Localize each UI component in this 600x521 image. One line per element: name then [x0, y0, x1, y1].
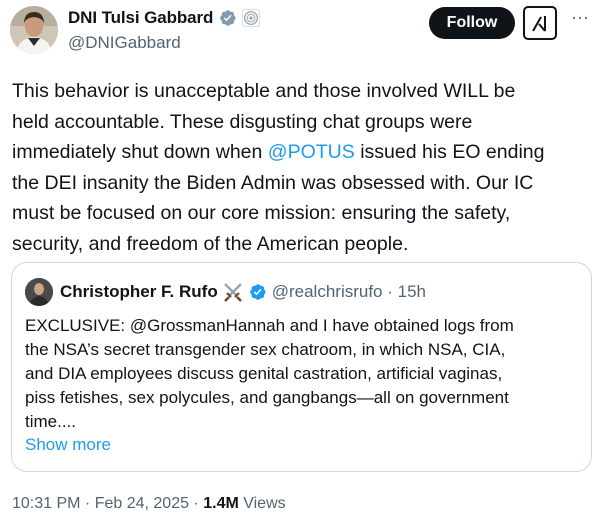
verified-blue-icon[interactable] [247, 282, 267, 302]
verified-gray-icon[interactable] [217, 8, 237, 28]
quoted-tweet-card[interactable]: Christopher F. Rufo @realchrisrufo · 15h… [11, 262, 592, 472]
display-name-row: DNI Tulsi Gabbard [68, 8, 261, 28]
author-avatar[interactable] [10, 6, 58, 54]
tweet-line: the DEI insanity the Biden Admin was obs… [12, 171, 534, 194]
quoted-handle-time[interactable]: @realchrisrufo · 15h [272, 282, 426, 302]
government-seal-icon[interactable] [241, 8, 261, 28]
follow-button[interactable]: Follow [429, 7, 515, 39]
quoted-line: piss fetishes, sex polycules, and gangba… [25, 388, 509, 407]
more-options-icon[interactable]: ··· [568, 8, 592, 34]
tweet-line-text: immediately shut down when [12, 141, 268, 163]
grok-icon [532, 16, 546, 32]
tweet-meta: 10:31 PM · Feb 24, 2025 · 1.4M Views [12, 495, 286, 513]
grok-button[interactable] [523, 6, 557, 40]
quoted-display-name[interactable]: Christopher F. Rufo [60, 282, 218, 302]
quoted-line: and DIA employees discuss genital castra… [25, 364, 503, 383]
quoted-line: the NSA’s secret transgender sex chatroo… [25, 340, 506, 359]
tweet-line: held accountable. These disgusting chat … [12, 110, 473, 133]
author-display-name[interactable]: DNI Tulsi Gabbard [68, 8, 213, 28]
tweet-line: This behavior is unacceptable and those … [12, 80, 516, 102]
quoted-header: Christopher F. Rufo @realchrisrufo · 15h [60, 282, 426, 302]
tweet-line-text: issued his EO ending [354, 141, 545, 163]
crossed-swords-icon [223, 283, 242, 302]
avatar-image [10, 6, 58, 54]
potus-mention-link[interactable]: @POTUS [268, 141, 355, 163]
quoted-avatar-image [25, 278, 53, 306]
views-label: Views [238, 495, 286, 512]
tweet-line: must be focused on our core mission: ens… [12, 202, 511, 224]
tweet-text: This behavior is unacceptable and those … [12, 76, 592, 259]
quoted-line: EXCLUSIVE: @GrossmanHannah and I have ob… [25, 316, 514, 335]
timestamp-link[interactable]: 10:31 PM · Feb 24, 2025 · [12, 495, 203, 512]
quoted-line: time.... [25, 412, 77, 431]
quoted-author-avatar[interactable] [25, 278, 53, 306]
tweet-line: security, and freedom of the American pe… [12, 232, 409, 255]
show-more-link[interactable]: Show more [25, 435, 111, 455]
views-count: 1.4M [203, 495, 239, 512]
tweet-line: immediately shut down when @POTUS issued… [12, 137, 592, 168]
author-handle[interactable]: @DNIGabbard [68, 33, 261, 53]
quoted-tweet-text: EXCLUSIVE: @GrossmanHannah and I have ob… [25, 314, 585, 434]
author-header: DNI Tulsi Gabbard @DNIGabbard [68, 8, 261, 53]
